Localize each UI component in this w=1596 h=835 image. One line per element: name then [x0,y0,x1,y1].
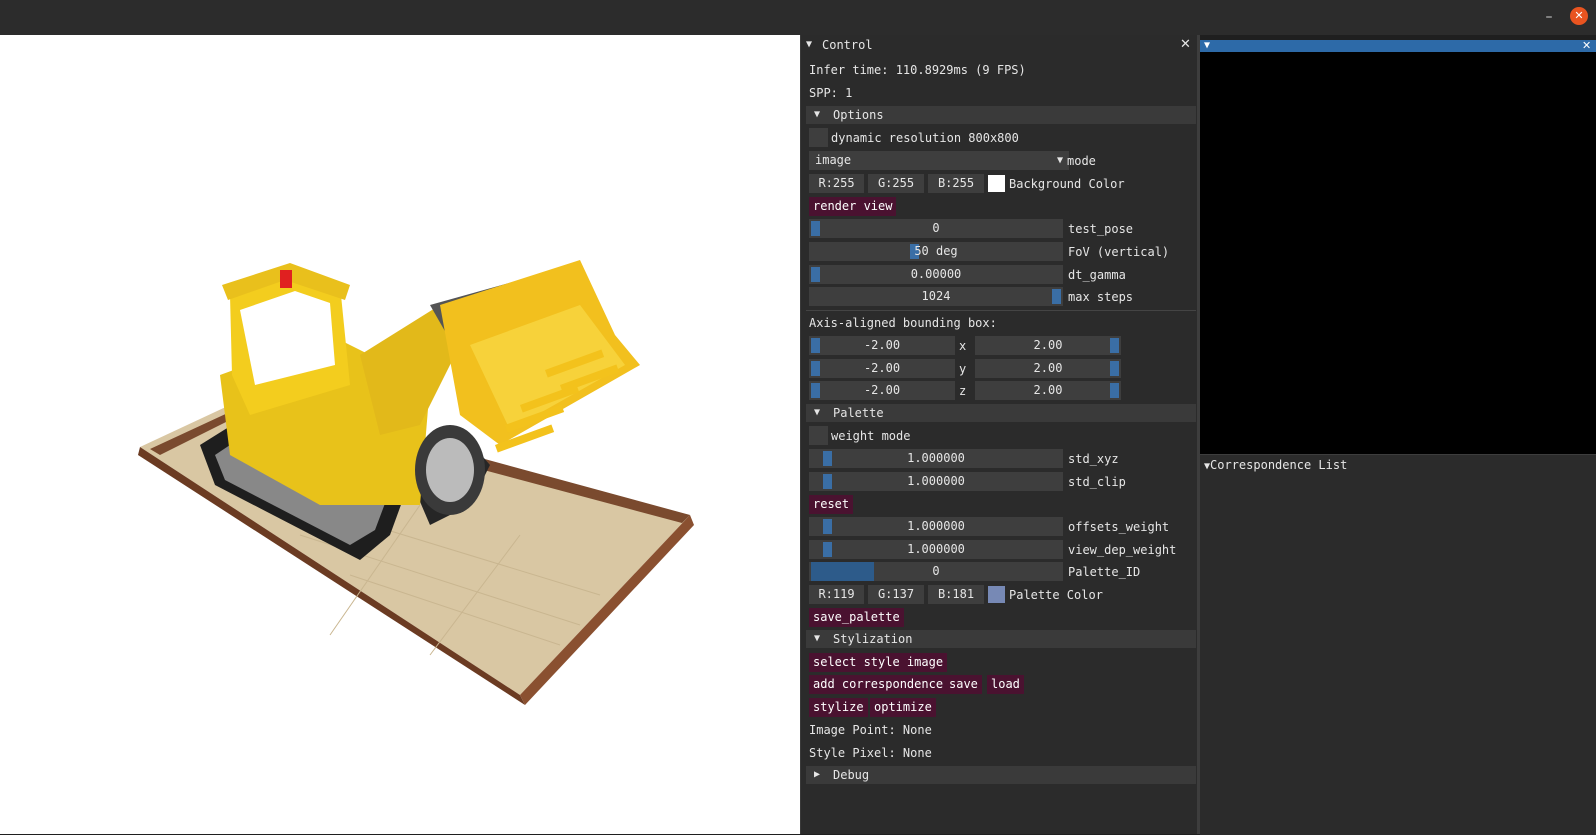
stylization-header[interactable]: ▼ Stylization [806,630,1196,648]
dynamic-resolution-checkbox[interactable] [809,128,828,147]
palette-r-field[interactable]: R:119 [809,585,864,604]
style-pixel-text: Style Pixel: None [809,746,932,760]
mode-select[interactable]: image ▼ [809,151,1069,170]
close-icon[interactable]: ✕ [1582,40,1591,52]
view-dep-weight-slider[interactable]: 1.000000 [809,540,1063,559]
palette-color-label: Palette Color [1009,588,1103,602]
control-title: Control [822,38,873,52]
load-button[interactable]: load [987,675,1024,694]
fov-label: FoV (vertical) [1068,245,1170,259]
collapse-triangle-icon[interactable]: ▼ [1204,40,1210,52]
dt-gamma-slider[interactable]: 0.00000 [809,265,1063,284]
collapse-triangle-icon: ▼ [814,109,821,120]
infer-time-text: Infer time: 110.8929ms (9 FPS) [809,63,1026,77]
weight-mode-label: weight mode [831,429,911,443]
max-steps-slider[interactable]: 1024 [809,287,1063,306]
spp-text: SPP: 1 [809,86,853,100]
aabb-z-min-slider[interactable]: -2.00 [809,381,955,400]
std-xyz-label: std_xyz [1068,452,1119,466]
control-header[interactable]: ▼ Control [806,35,1196,55]
divider [806,310,1196,311]
save-button[interactable]: save [945,675,982,694]
palette-header[interactable]: ▼ Palette [806,404,1196,422]
std-clip-label: std_clip [1068,475,1126,489]
palette-b-field[interactable]: B:181 [928,585,984,604]
render-view-button[interactable]: render view [809,197,897,216]
add-correspondence-button[interactable]: add correspondence [809,675,948,694]
dt-gamma-label: dt_gamma [1068,268,1126,282]
offsets-weight-label: offsets_weight [1068,520,1170,534]
palette-id-slider[interactable]: 0 [809,562,1063,581]
correspondence-list-header[interactable]: ▼Correspondence List [1204,458,1347,472]
z-label: z [959,384,967,398]
background-r-field[interactable]: R:255 [809,174,864,193]
x-label: x [959,339,967,353]
rendered-lego-bulldozer-image [138,260,694,705]
collapse-triangle-icon: ▼ [814,633,821,644]
collapse-triangle-icon: ▼ [814,407,821,418]
test-pose-label: test_pose [1068,222,1134,236]
background-b-field[interactable]: B:255 [928,174,984,193]
optimize-button[interactable]: optimize [870,698,936,717]
select-style-image-button[interactable]: select style image [809,653,948,672]
stylize-button[interactable]: stylize [809,698,868,717]
correspondence-list-panel [1200,454,1596,835]
aabb-y-min-slider[interactable]: -2.00 [809,359,955,378]
aabb-x-max-slider[interactable]: 2.00 [975,336,1121,355]
reset-button[interactable]: reset [809,495,854,514]
fov-slider[interactable]: 50 deg [809,242,1063,261]
view-dep-weight-label: view_dep_weight [1068,543,1177,557]
max-steps-label: max steps [1068,290,1134,304]
expand-triangle-icon: ▶ [814,769,821,780]
test-pose-slider[interactable]: 0 [809,219,1063,238]
background-color-label: Background Color [1009,177,1125,191]
aabb-label: Axis-aligned bounding box: [809,316,997,330]
image-point-text: Image Point: None [809,723,932,737]
save-palette-button[interactable]: save_palette [809,608,904,627]
background-color-swatch[interactable] [988,175,1005,192]
dynamic-resolution-label: dynamic resolution 800x800 [831,131,1019,145]
dropdown-arrow-icon: ▼ [1056,155,1063,166]
aabb-z-max-slider[interactable]: 2.00 [975,381,1121,400]
style-image-canvas[interactable] [1200,52,1596,454]
debug-header[interactable]: ▶ Debug [806,766,1196,784]
minimize-button[interactable]: – [1540,8,1558,26]
background-g-field[interactable]: G:255 [868,174,924,193]
style-image-window-titlebar[interactable] [1200,40,1596,52]
palette-g-field[interactable]: G:137 [868,585,924,604]
palette-color-swatch[interactable] [988,586,1005,603]
render-viewport[interactable] [0,35,800,834]
close-window-button[interactable]: ✕ [1570,7,1588,25]
offsets-weight-slider[interactable]: 1.000000 [809,517,1063,536]
aabb-y-max-slider[interactable]: 2.00 [975,359,1121,378]
std-xyz-slider[interactable]: 1.000000 [809,449,1063,468]
options-header[interactable]: ▼ Options [806,106,1196,124]
aabb-x-min-slider[interactable]: -2.00 [809,336,955,355]
mode-label: mode [1067,154,1096,168]
collapse-triangle-icon[interactable]: ▼ [806,35,812,55]
title-bar: – ✕ [0,0,1596,35]
close-icon[interactable]: ✕ [1180,37,1191,52]
weight-mode-checkbox[interactable] [809,426,828,445]
control-panel: ▼ Control Infer time: 110.8929ms (9 FPS)… [800,35,1198,834]
palette-id-label: Palette_ID [1068,565,1141,579]
y-label: y [959,362,967,376]
std-clip-slider[interactable]: 1.000000 [809,472,1063,491]
